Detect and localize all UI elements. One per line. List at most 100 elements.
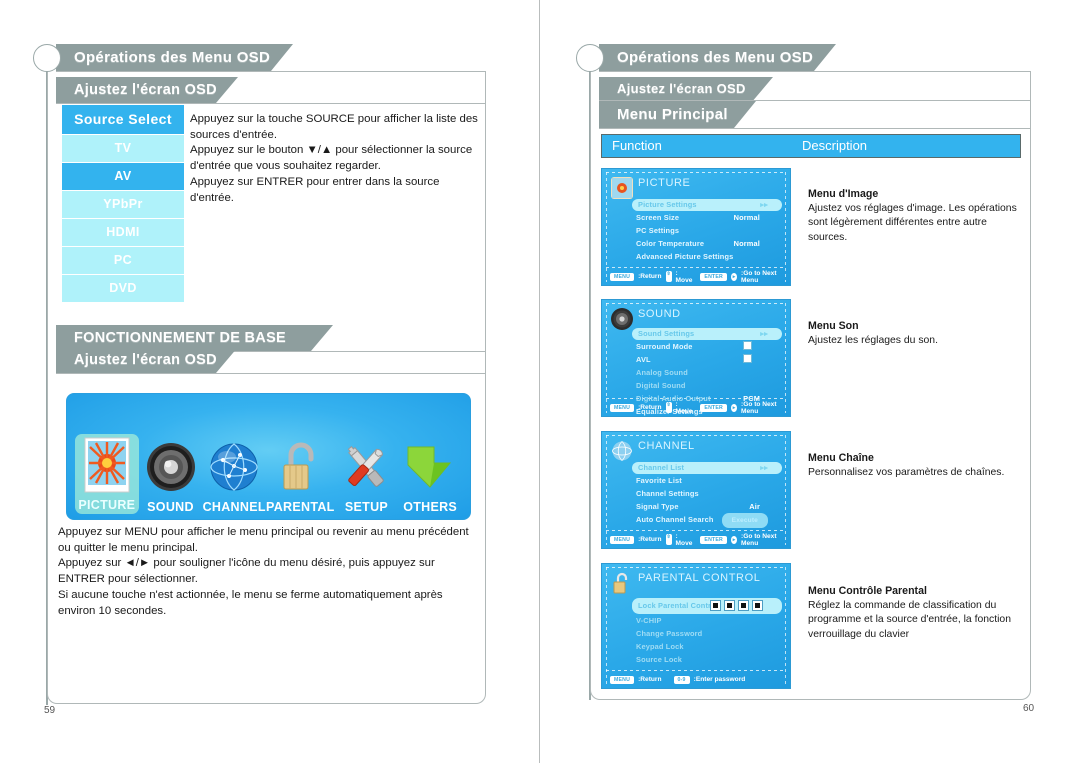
osd-dots-bottom (606, 267, 786, 268)
picture-icon (75, 434, 139, 496)
osd-row-list-channel: Channel List ▸▸ Favorite List Channel Se… (632, 462, 782, 528)
description-text-picture: Ajustez vos réglages d'image. Les opérat… (808, 203, 1017, 243)
section-title-2-right: Menu Principal (599, 101, 756, 128)
source-item-ypbpr[interactable]: YPbPr (62, 191, 184, 218)
osd-menu-item-picture[interactable]: PICTURE (75, 434, 139, 514)
osd-menu-item-channel[interactable]: CHANNEL (202, 436, 266, 514)
section-ribbon-menu-principal: Menu Principal (599, 101, 756, 128)
osd-row-auto-channel-search[interactable]: Auto Channel Search Execute (636, 513, 782, 528)
arrow-icon (398, 436, 462, 498)
page-left: Opérations des Menu OSD Ajustez l'écran … (0, 0, 539, 763)
osd-row-signal-type[interactable]: Signal Type Air (636, 500, 782, 513)
osd-row-label: Advanced Picture Settings (636, 252, 734, 261)
osd-row-lock-parental-control[interactable]: Lock Parental Control (632, 598, 782, 614)
main-title-ribbon: Opérations des Menu OSD (56, 44, 293, 71)
osd-title-sound: SOUND (638, 308, 681, 320)
menu-key-icon: MENU (610, 535, 635, 544)
password-box-4[interactable] (752, 600, 763, 611)
osd-row-label: Color Temperature (636, 239, 705, 248)
osd-preview-channel: CHANNEL Channel List ▸▸ Favorite List Ch… (601, 431, 791, 549)
table-header-description: Description (802, 138, 868, 153)
source-item-hdmi[interactable]: HDMI (62, 219, 184, 246)
description-text-sound: Ajustez les réglages du son. (808, 335, 938, 347)
osd-row-label: Change Password (636, 629, 703, 638)
description-title-channel: Menu Chaîne (808, 452, 874, 465)
section-ribbon-osd-1: Ajustez l'écran OSD (56, 77, 238, 103)
enter-key-icon: ENTER (700, 403, 727, 412)
osd-row-sound-settings[interactable]: Sound Settings ▸▸ (632, 328, 782, 340)
menu-key-icon: MENU (610, 272, 635, 281)
source-description-text: Appuyez sur la touche SOURCE pour affich… (190, 113, 478, 204)
osd-dots-right (785, 303, 786, 413)
checkbox-surround-mode[interactable] (743, 341, 752, 350)
osd-menu-item-sound[interactable]: SOUND (139, 436, 203, 514)
source-select-list[interactable]: Source Select TV AV YPbPr HDMI PC DVD (62, 105, 184, 303)
osd-row-screen-size[interactable]: Screen Size Normal (636, 211, 782, 224)
osd-footer-parental: MENU :Return 0-9 :Enter password (610, 673, 782, 686)
osd-row-favorite-list[interactable]: Favorite List (636, 474, 782, 487)
right-arrow-key-icon: ▸ (731, 535, 738, 544)
osd-footer-return: :Return (638, 536, 662, 543)
password-box-2[interactable] (724, 600, 735, 611)
enter-key-icon: ENTER (700, 272, 727, 281)
osd-row-avl[interactable]: AVL (636, 353, 782, 366)
osd-dots-right (785, 567, 786, 685)
osd-row-pc-settings[interactable]: PC Settings (636, 224, 782, 237)
osd-menu-label-parental: PARENTAL (266, 500, 335, 514)
password-box-3[interactable] (738, 600, 749, 611)
osd-row-change-password: Change Password (636, 627, 782, 640)
password-boxes[interactable] (710, 598, 766, 615)
source-item-pc[interactable]: PC (62, 247, 184, 274)
osd-row-value: Normal (733, 239, 760, 248)
osd-row-label: Signal Type (636, 502, 679, 511)
execute-button[interactable]: Execute (721, 513, 768, 528)
source-item-source-select[interactable]: Source Select (62, 105, 184, 134)
osd-row-label: Lock Parental Control (638, 601, 718, 610)
osd-row-color-temperature[interactable]: Color Temperature Normal (636, 237, 782, 250)
osd-row-label: Auto Channel Search (636, 515, 714, 524)
source-item-tv[interactable]: TV (62, 135, 184, 162)
number-keys-icon: 0-9 (673, 675, 690, 684)
osd-row-label: AVL (636, 355, 651, 364)
table-header-function: Function (612, 138, 662, 153)
osd-menu-label-channel: CHANNEL (202, 500, 266, 514)
osd-row-channel-settings[interactable]: Channel Settings (636, 487, 782, 500)
osd-row-label: Source Lock (636, 655, 683, 664)
osd-row-picture-settings[interactable]: Picture Settings ▸▸ (632, 199, 782, 211)
osd-row-advanced-picture-settings[interactable]: Advanced Picture Settings (636, 250, 782, 263)
osd-footer-sound: MENU :Return ⇳ : Move ENTER ▸ :Go to Nex… (610, 401, 782, 415)
osd-footer-move: : Move (675, 269, 693, 284)
osd-footer-picture: MENU :Return ⇳ : Move ENTER ▸ :Go to Nex… (610, 269, 782, 284)
osd-menu-item-parental[interactable]: PARENTAL (266, 436, 335, 514)
osd-icon-row: PICTURE SOUND CHANNEL PARENTAL SETUP OTH… (75, 402, 462, 514)
source-item-dvd[interactable]: DVD (62, 275, 184, 302)
checkbox-avl[interactable] (743, 354, 752, 363)
osd-footer-return: :Return (638, 273, 662, 280)
source-item-av[interactable]: AV (62, 163, 184, 190)
section-ribbon-osd-right: Ajustez l'écran OSD (599, 77, 773, 103)
password-box-1[interactable] (710, 600, 721, 611)
speaker-icon (139, 436, 203, 498)
osd-row-channel-list[interactable]: Channel List ▸▸ (632, 462, 782, 474)
osd-row-surround-mode[interactable]: Surround Mode (636, 340, 782, 353)
osd-row-label: Keypad Lock (636, 642, 684, 651)
osd-dots-top (606, 303, 786, 304)
speaker-icon (611, 308, 633, 330)
updown-key-icon: ⇳ (665, 271, 672, 282)
menu-description-text: Appuyez sur MENU pour afficher le menu p… (58, 526, 469, 617)
osd-title-channel: CHANNEL (638, 440, 695, 452)
page-number-right: 60 (1023, 703, 1035, 714)
description-title-picture: Menu d'Image (808, 188, 879, 201)
osd-row-label: V-CHIP (636, 616, 662, 625)
osd-footer-move: : Move (675, 532, 693, 547)
osd-row-value: Air (749, 502, 760, 511)
right-arrow-key-icon: ▸ (731, 403, 738, 412)
osd-row-value: ▸▸ (760, 463, 768, 472)
osd-menu-label-picture: PICTURE (78, 498, 136, 512)
osd-menu-item-setup[interactable]: SETUP (335, 436, 399, 514)
osd-menu-item-others[interactable]: OTHERS (398, 436, 462, 514)
main-title-text-right: Opérations des Menu OSD (599, 44, 836, 71)
page-number-left: 59 (44, 705, 56, 716)
osd-footer-channel: MENU :Return ⇳ : Move ENTER ▸ :Go to Nex… (610, 532, 782, 547)
main-title-ribbon-right: Opérations des Menu OSD (599, 44, 836, 71)
